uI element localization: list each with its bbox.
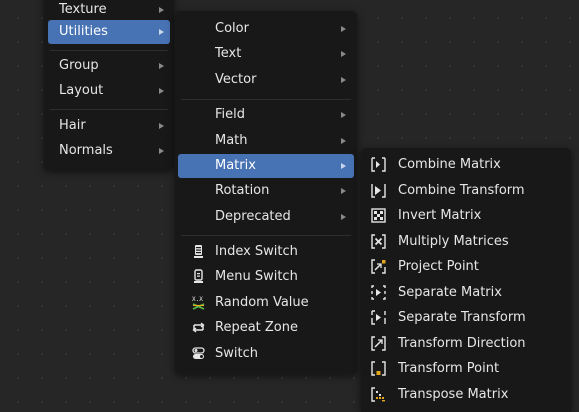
chevron-right-icon xyxy=(159,7,164,13)
chevron-right-icon xyxy=(159,123,164,129)
menu-separator xyxy=(50,109,168,110)
chevron-right-icon xyxy=(341,112,346,118)
menu-item-random-value[interactable]: X.X Random Value xyxy=(175,291,357,315)
menu-switch-icon xyxy=(191,269,206,284)
menu-separator xyxy=(50,50,168,51)
separate-transform-icon xyxy=(371,310,386,325)
chevron-right-icon xyxy=(341,26,346,32)
svg-text:X.X: X.X xyxy=(192,296,203,303)
chevron-right-icon xyxy=(341,77,346,83)
menu-item-label: Menu Switch xyxy=(215,269,298,284)
menu-item-group[interactable]: Group xyxy=(44,54,174,78)
menu-item-label: Matrix xyxy=(215,158,256,173)
menu-item-matrix[interactable]: Matrix xyxy=(178,154,354,178)
chevron-right-icon xyxy=(341,214,346,220)
menu-item-normals[interactable]: Normals xyxy=(44,139,174,163)
menu-item-label: Combine Matrix xyxy=(398,157,501,172)
menu-item-transform-direction[interactable]: Transform Direction xyxy=(361,332,571,356)
menu-item-label: Texture xyxy=(59,2,107,17)
menu-item-label: Repeat Zone xyxy=(215,320,298,335)
menu-item-label: Transform Direction xyxy=(398,336,526,351)
menu-item-label: Text xyxy=(215,46,242,61)
menu-item-switch[interactable]: Switch xyxy=(175,342,357,366)
menu-item-math[interactable]: Math xyxy=(175,129,357,153)
menu-item-hair[interactable]: Hair xyxy=(44,114,174,138)
menu-item-label: Hair xyxy=(59,118,86,133)
menu-item-label: Multiply Matrices xyxy=(398,234,509,249)
menu-separator xyxy=(181,99,351,100)
menu-item-label: Color xyxy=(215,21,249,36)
menu-item-label: Project Point xyxy=(398,259,479,274)
menu-item-texture[interactable]: Texture xyxy=(44,0,174,22)
menu-item-separate-transform[interactable]: Separate Transform xyxy=(361,306,571,330)
menu-item-label: Combine Transform xyxy=(398,183,525,198)
menu-item-layout[interactable]: Layout xyxy=(44,79,174,103)
random-value-icon: X.X xyxy=(191,295,206,310)
menu-item-separate-matrix[interactable]: Separate Matrix xyxy=(361,281,571,305)
combine-matrix-icon xyxy=(371,157,386,172)
menu-item-label: Utilities xyxy=(59,24,108,39)
add-menu: Texture Utilities Group Layout Hair Norm… xyxy=(44,0,174,170)
multiply-matrices-icon xyxy=(371,234,386,249)
menu-item-transform-point[interactable]: Transform Point xyxy=(361,357,571,381)
menu-item-color[interactable]: Color xyxy=(175,17,357,41)
menu-item-label: Separate Matrix xyxy=(398,285,502,300)
menu-item-label: Switch xyxy=(215,346,258,361)
chevron-right-icon xyxy=(159,29,164,35)
menu-item-vector[interactable]: Vector xyxy=(175,68,357,92)
menu-item-project-point[interactable]: Project Point xyxy=(361,255,571,279)
menu-item-repeat-zone[interactable]: Repeat Zone xyxy=(175,316,357,340)
menu-item-label: Random Value xyxy=(215,295,309,310)
transform-direction-icon xyxy=(371,336,386,351)
menu-item-label: Deprecated xyxy=(215,209,291,224)
menu-item-transpose-matrix[interactable]: Transpose Matrix xyxy=(361,383,571,407)
menu-item-index-switch[interactable]: Index Switch xyxy=(175,240,357,264)
separate-matrix-icon xyxy=(371,285,386,300)
menu-item-combine-matrix[interactable]: Combine Matrix xyxy=(361,153,571,177)
invert-matrix-icon xyxy=(371,208,386,223)
switch-icon xyxy=(191,346,206,361)
menu-separator xyxy=(181,235,351,236)
menu-item-text[interactable]: Text xyxy=(175,42,357,66)
menu-item-combine-transform[interactable]: Combine Transform xyxy=(361,179,571,203)
repeat-zone-icon xyxy=(191,320,206,335)
menu-item-menu-switch[interactable]: Menu Switch xyxy=(175,265,357,289)
menu-item-label: Index Switch xyxy=(215,244,298,259)
menu-item-label: Layout xyxy=(59,83,104,98)
chevron-right-icon xyxy=(341,163,346,169)
menu-item-deprecated[interactable]: Deprecated xyxy=(175,205,357,229)
chevron-right-icon xyxy=(341,51,346,57)
chevron-right-icon xyxy=(341,138,346,144)
menu-item-field[interactable]: Field xyxy=(175,103,357,127)
menu-item-label: Separate Transform xyxy=(398,310,526,325)
menu-item-label: Transpose Matrix xyxy=(398,387,509,402)
utilities-menu: Color Text Vector Field Math Matrix Rota… xyxy=(175,11,357,374)
index-switch-icon xyxy=(191,244,206,259)
menu-item-label: Group xyxy=(59,58,99,73)
menu-item-invert-matrix[interactable]: Invert Matrix xyxy=(361,204,571,228)
chevron-right-icon xyxy=(159,148,164,154)
combine-transform-icon xyxy=(371,183,386,198)
menu-item-multiply-matrices[interactable]: Multiply Matrices xyxy=(361,230,571,254)
menu-item-label: Field xyxy=(215,107,246,122)
menu-item-label: Normals xyxy=(59,143,113,158)
menu-item-label: Invert Matrix xyxy=(398,208,482,223)
transform-point-icon xyxy=(371,361,386,376)
menu-item-label: Math xyxy=(215,133,248,148)
menu-item-utilities[interactable]: Utilities xyxy=(48,20,170,44)
menu-item-label: Rotation xyxy=(215,183,270,198)
chevron-right-icon xyxy=(341,188,346,194)
chevron-right-icon xyxy=(159,63,164,69)
chevron-right-icon xyxy=(159,88,164,94)
menu-item-label: Vector xyxy=(215,72,257,87)
transpose-matrix-icon xyxy=(371,387,386,402)
project-point-icon xyxy=(371,259,386,274)
menu-item-label: Transform Point xyxy=(398,361,500,376)
menu-item-rotation[interactable]: Rotation xyxy=(175,179,357,203)
matrix-menu: Combine Matrix Combine Transform Invert … xyxy=(361,148,571,412)
